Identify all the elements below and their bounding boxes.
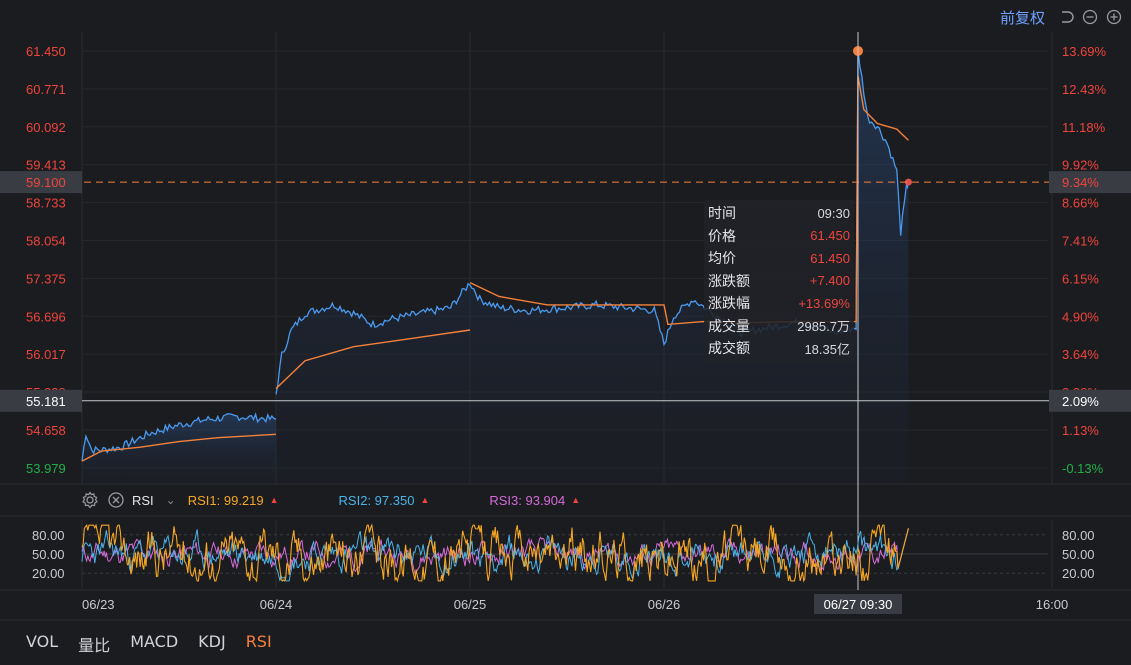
left-tick-label: 60.092 [26,120,66,135]
tooltip-key: 价格 [708,228,736,245]
tooltip-key: 成交量 [708,318,750,335]
right-tick-label: 8.66% [1062,196,1099,211]
left-tick-label: 59.413 [26,158,66,173]
tab-vol[interactable]: VOL [26,632,58,656]
right-tick-label: 7.41% [1062,233,1099,248]
chevron-down-icon[interactable]: ⌄ [166,493,176,507]
rsi-tick-right: 50.00 [1062,547,1095,562]
rsi3-value: RSI3: 93.904 ▲ [489,493,580,508]
crosshair-right-tag: 2.09% [1062,394,1099,409]
up-arrow-icon: ▲ [420,495,430,505]
rsi-tick-right: 80.00 [1062,528,1095,543]
crosshair-left-tag: 55.181 [26,394,66,409]
tooltip-key: 涨跌额 [708,273,750,290]
tooltip-row: 成交额 18.35亿 [708,337,850,360]
close-icon[interactable] [106,490,126,510]
up-arrow-icon: ▲ [571,495,581,505]
x-tick-label: 06/23 [82,597,115,612]
right-tick-label: -0.13% [1062,461,1104,476]
tab-macd[interactable]: MACD [130,632,178,656]
rsi1-label: RSI1: 99.219 [187,492,264,508]
tooltip-value: +7.400 [809,273,850,289]
price-area [82,413,276,484]
tooltip-key: 时间 [708,206,736,223]
right-tick-label: 11.18% [1062,120,1106,135]
tab-rsi[interactable]: RSI [246,632,272,656]
indicator-tabs: VOL 量比 MACD KDJ RSI [26,632,292,656]
tooltip-value: 61.450 [810,250,850,266]
last-price-left-tag: 59.100 [26,175,66,190]
rsi-line [81,523,909,583]
x-tick-label: 16:00 [1036,597,1069,612]
crosshair-tooltip: 时间 09:30 价格 61.450 均价 61.450 涨跌额 +7.400 涨跌幅 +13.6… [704,200,854,365]
x-tick-label: 06/25 [454,597,487,612]
left-tick-label: 53.979 [26,461,66,476]
rsi2-value: RSI2: 97.350 ▲ [339,493,430,508]
tooltip-row: 价格 61.450 [708,225,850,248]
right-tick-label: 9.92% [1062,158,1099,173]
x-tick-label: 06/26 [648,597,681,612]
tooltip-row: 涨跌额 +7.400 [708,270,850,293]
left-tick-label: 56.017 [26,347,66,362]
left-tick-label: 57.375 [26,271,66,286]
x-tick-label: 06/24 [260,597,293,612]
left-tick-label: 58.733 [26,196,66,211]
tab-kdj[interactable]: KDJ [198,632,226,656]
price-chart[interactable]: 61.450 60.771 60.092 59.413 58.733 58.054 57.3… [0,0,1131,665]
tooltip-value: +13.69% [798,295,850,311]
tooltip-row: 涨跌幅 +13.69% [708,292,850,315]
tooltip-value: 2985.7万 [797,319,850,335]
rsi2-label: RSI2: 97.350 [338,492,415,508]
left-tick-label: 58.054 [26,233,66,248]
tooltip-key: 均价 [708,251,736,268]
rsi-tick-left: 80.00 [32,528,65,543]
right-tick-label: 6.15% [1062,271,1099,286]
right-tick-label: 1.13% [1062,423,1099,438]
rsi-tick-left: 50.00 [32,547,65,562]
tooltip-value: 18.35亿 [804,341,850,357]
rsi-panel: 80.00 80.00 50.00 50.00 20.00 20.00 [32,523,1095,583]
tooltip-key: 成交额 [708,341,750,358]
rsi-tick-right: 20.00 [1062,566,1095,581]
tooltip-value: 09:30 [817,205,850,221]
tooltip-value: 61.450 [810,228,850,244]
last-price-right-tag: 9.34% [1062,175,1099,190]
x-axis: 06/23 06/24 06/25 06/26 06/27 09:30 16:00 [82,594,1068,614]
settings-icon[interactable] [80,490,100,510]
right-tick-label: 13.69% [1062,44,1107,59]
tooltip-key: 涨跌幅 [708,296,750,313]
rsi3-label: RSI3: 93.904 [489,492,566,508]
left-tick-label: 54.658 [26,423,66,438]
rsi-header: RSI ⌄ RSI1: 99.219 ▲ RSI2: 97.350 ▲ RSI3: … [80,489,640,511]
x-tick-label: 06/27 09:30 [824,597,893,612]
left-tick-label: 61.450 [26,44,66,59]
left-tick-label: 56.696 [26,309,66,324]
rsi-tick-left: 20.00 [32,566,65,581]
rsi1-value: RSI1: 99.219 ▲ [188,493,279,508]
left-tick-label: 60.771 [26,82,66,97]
right-tick-label: 12.43% [1062,82,1107,97]
up-arrow-icon: ▲ [269,495,279,505]
tooltip-row: 时间 09:30 [708,202,850,225]
tooltip-row: 均价 61.450 [708,247,850,270]
indicator-name: RSI [132,492,154,508]
right-tick-label: 4.90% [1062,309,1099,324]
intraday-chart-window: 前复权 61.450 60.771 60.092 59.413 58.733 58.054… [0,0,1131,665]
tooltip-row: 成交量 2985.7万 [708,315,850,338]
right-tick-label: 3.64% [1062,347,1099,362]
tab-量比[interactable]: 量比 [78,632,110,656]
